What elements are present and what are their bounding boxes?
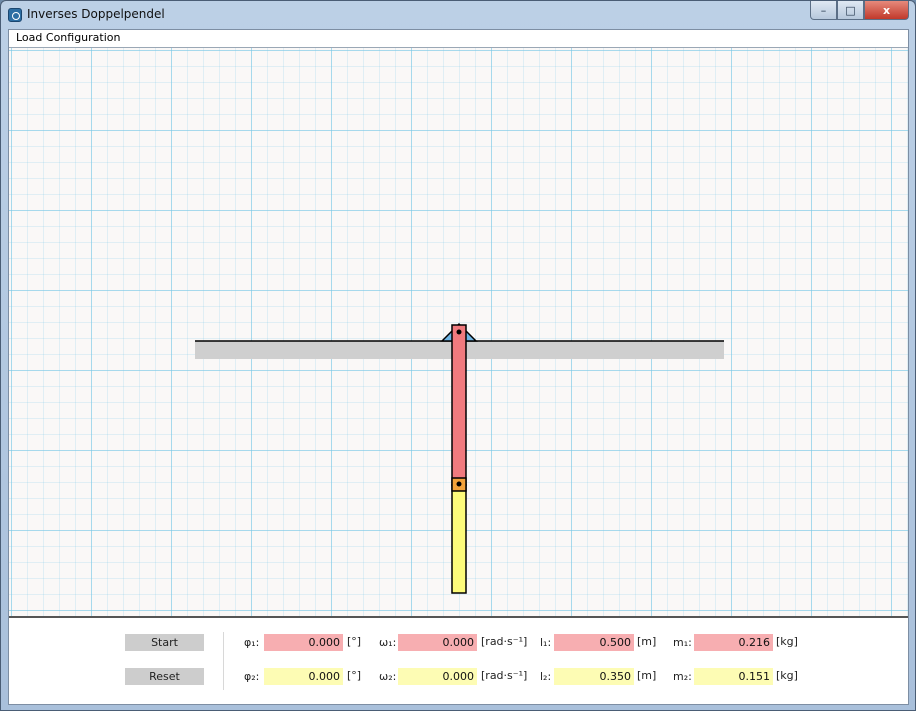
menu-load-configuration[interactable]: Load Configuration xyxy=(16,31,120,44)
pendulum-drawing xyxy=(195,322,724,594)
m2-input[interactable]: 0.151 xyxy=(694,668,773,685)
m1-unit: [kg] xyxy=(776,635,798,648)
window-controls: – □ x xyxy=(810,1,909,21)
m2-unit: [kg] xyxy=(776,669,798,682)
l1-unit: [m] xyxy=(637,635,657,648)
omega1-label: ω₁: xyxy=(379,636,397,649)
l1-label: l₁: xyxy=(540,636,552,649)
minimize-button[interactable]: – xyxy=(810,1,837,20)
phi1-input[interactable]: 0.000 xyxy=(264,634,343,651)
app-icon xyxy=(8,8,22,22)
pendulum-segment-2 xyxy=(451,484,467,594)
client-area: Load Configuration Start Reset φ₁: 0.000… xyxy=(8,29,909,705)
window-title: Inverses Doppelpendel xyxy=(27,7,165,21)
omega1-input[interactable]: 0.000 xyxy=(398,634,477,651)
omega1-unit: [rad·s⁻¹] xyxy=(481,635,528,648)
maximize-button[interactable]: □ xyxy=(837,1,864,20)
phi1-label: φ₁: xyxy=(244,636,260,649)
l2-label: l₂: xyxy=(540,670,552,683)
phi2-unit: [°] xyxy=(347,669,362,682)
phi2-input[interactable]: 0.000 xyxy=(264,668,343,685)
l2-input[interactable]: 0.350 xyxy=(554,668,634,685)
pivot-point xyxy=(456,329,462,335)
omega2-label: ω₂: xyxy=(379,670,397,683)
app-window: Inverses Doppelpendel – □ x Load Configu… xyxy=(0,0,916,711)
menu-bar: Load Configuration xyxy=(9,30,908,47)
close-button[interactable]: x xyxy=(864,1,909,20)
m2-label: m₂: xyxy=(673,670,692,683)
simulation-canvas[interactable] xyxy=(9,47,908,618)
l1-input[interactable]: 0.500 xyxy=(554,634,634,651)
omega2-unit: [rad·s⁻¹] xyxy=(481,669,528,682)
omega2-input[interactable]: 0.000 xyxy=(398,668,477,685)
pendulum-segment-1 xyxy=(451,324,467,486)
title-bar[interactable]: Inverses Doppelpendel – □ x xyxy=(1,1,915,29)
start-button[interactable]: Start xyxy=(125,634,204,651)
m1-input[interactable]: 0.216 xyxy=(694,634,773,651)
phi1-unit: [°] xyxy=(347,635,362,648)
control-panel: Start Reset φ₁: 0.000 [°] ω₁: 0.000 [rad… xyxy=(9,620,908,704)
divider xyxy=(223,632,224,690)
phi2-label: φ₂: xyxy=(244,670,260,683)
joint-point xyxy=(456,481,462,487)
reset-button[interactable]: Reset xyxy=(125,668,204,685)
m1-label: m₁: xyxy=(673,636,692,649)
l2-unit: [m] xyxy=(637,669,657,682)
